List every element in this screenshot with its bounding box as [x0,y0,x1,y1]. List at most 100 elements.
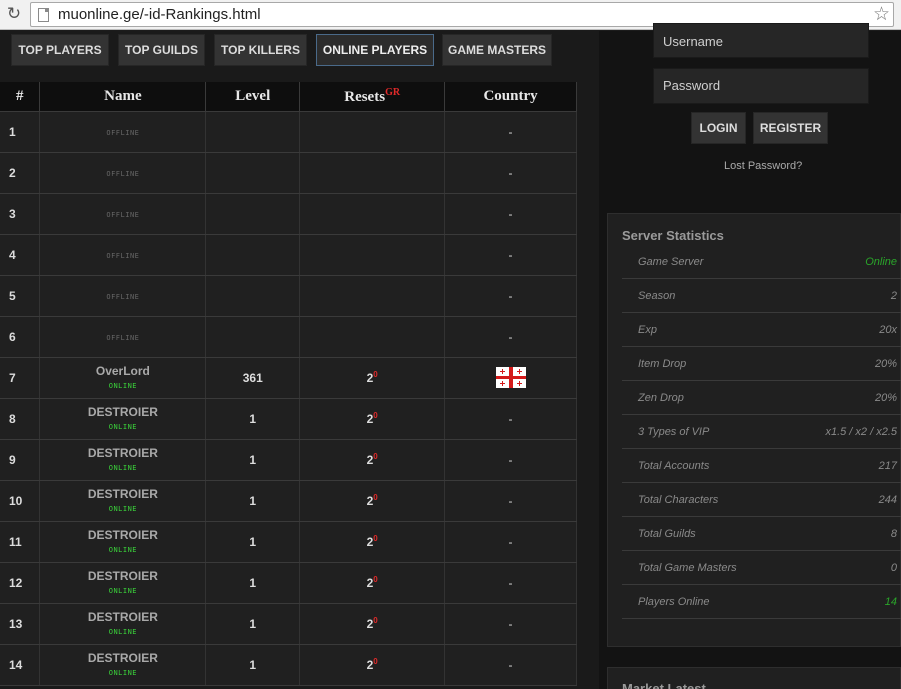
player-name[interactable]: DESTROIER [40,487,205,501]
password-field[interactable]: Password [653,68,869,104]
player-resets-cell: 20 [299,357,446,399]
player-status: OFFLINE [106,129,140,137]
player-country-cell: - [444,521,577,563]
server-statistics-panel: Server Statistics Game Server Online Seaso… [607,213,901,647]
player-name[interactable]: DESTROIER [40,446,205,460]
player-resets-cell [299,111,446,153]
player-status: ONLINE [108,546,138,554]
page-icon [38,8,49,22]
tab-game-masters[interactable]: GAME MASTERS [442,34,552,66]
player-level: 1 [205,439,301,481]
player-level [205,111,301,153]
stat-row: Total Game Masters 0 [622,551,901,585]
rankings-panel: TOP PLAYERS TOP GUILDS TOP KILLERS ONLIN… [0,31,577,689]
tab-top-players[interactable]: TOP PLAYERS [11,34,109,66]
stat-label: 3 Types of VIP [638,426,710,438]
player-grand-resets: 0 [373,452,378,461]
player-level [205,275,301,317]
reload-icon[interactable]: ↻ [4,4,24,24]
player-grand-resets: 0 [373,616,378,625]
player-name[interactable]: DESTROIER [40,528,205,542]
player-resets-cell: 20 [299,562,446,604]
player-status: OFFLINE [106,170,140,178]
stat-value: x1.5 / x2 / x2.5 [825,426,897,438]
player-country-cell: - [444,275,577,317]
country-value: - [508,288,513,303]
stat-label: Exp [638,324,657,336]
header-resets-label: Resets [344,88,386,105]
rank-number: 3 [0,193,41,235]
stat-label: Zen Drop [638,392,684,404]
rank-number: 6 [0,316,41,358]
rank-number: 14 [0,644,41,686]
player-level: 1 [205,480,301,522]
player-country-cell: - [444,152,577,194]
player-level: 1 [205,398,301,440]
player-resets-cell [299,316,446,358]
stat-value: 8 [890,528,897,540]
rank-number: 12 [0,562,41,604]
country-value: - [508,329,513,344]
player-grand-resets: 0 [373,411,378,420]
table-row: 4 OFFLINE - [0,234,577,276]
lost-password-link[interactable]: Lost Password? [724,160,802,172]
stat-row: Total Accounts 217 [622,449,901,483]
player-name[interactable]: DESTROIER [40,405,205,419]
tab-online-players[interactable]: ONLINE PLAYERS [316,34,434,66]
player-name-cell: DESTROIER ONLINE [39,398,207,440]
header-name: Name [39,82,207,112]
stat-row: Zen Drop 20% [622,381,901,415]
stat-value: Online [865,256,897,268]
stat-value: 0 [890,562,897,574]
bookmark-star-icon[interactable]: ☆ [873,3,890,25]
stat-label: Total Accounts [638,460,710,472]
stat-value: 244 [878,494,897,506]
stat-row: Exp 20x [622,313,901,347]
header-num: # [0,82,41,112]
table-row: 14 DESTROIER ONLINE 1 20 - [0,644,577,686]
stat-label: Total Characters [638,494,719,506]
username-field[interactable]: Username [653,23,869,58]
player-country-cell: - [444,644,577,686]
stat-label: Season [638,290,676,302]
player-name-cell: OFFLINE [39,234,207,276]
player-level [205,234,301,276]
player-resets-cell [299,193,446,235]
player-country-cell: - [444,193,577,235]
stat-row: Players Online 14 [622,585,901,619]
stat-value: 217 [878,460,897,472]
rank-number: 11 [0,521,41,563]
player-name[interactable]: DESTROIER [40,651,205,665]
player-name-cell: OFFLINE [39,111,207,153]
register-button[interactable]: REGISTER [753,112,828,144]
stat-row: 3 Types of VIP x1.5 / x2 / x2.5 [622,415,901,449]
table-row: 12 DESTROIER ONLINE 1 20 - [0,562,577,604]
header-resets-sup: GR [385,86,401,98]
player-level [205,152,301,194]
rank-number: 5 [0,275,41,317]
player-name-cell: DESTROIER ONLINE [39,603,207,645]
tab-top-guilds[interactable]: TOP GUILDS [118,34,205,66]
player-status: OFFLINE [106,334,140,342]
stat-row: Game Server Online [622,245,901,279]
player-status: ONLINE [108,669,138,677]
player-name-cell: DESTROIER ONLINE [39,439,207,481]
player-name-cell: DESTROIER ONLINE [39,521,207,563]
player-status: ONLINE [108,382,138,390]
header-country: Country [444,82,577,112]
country-value: - [508,124,513,139]
table-row: 13 DESTROIER ONLINE 1 20 - [0,603,577,645]
tab-top-killers[interactable]: TOP KILLERS [214,34,307,66]
player-country-cell: - [444,562,577,604]
player-name[interactable]: OverLord [40,364,205,378]
player-name[interactable]: DESTROIER [40,569,205,583]
rank-number: 9 [0,439,41,481]
player-status: ONLINE [108,628,138,636]
player-name-cell: DESTROIER ONLINE [39,644,207,686]
player-country-cell: - [444,111,577,153]
player-country-cell: - [444,480,577,522]
url-text[interactable]: muonline.ge/-id-Rankings.html [58,6,261,23]
player-name[interactable]: DESTROIER [40,610,205,624]
login-button[interactable]: LOGIN [691,112,746,144]
rank-number: 2 [0,152,41,194]
